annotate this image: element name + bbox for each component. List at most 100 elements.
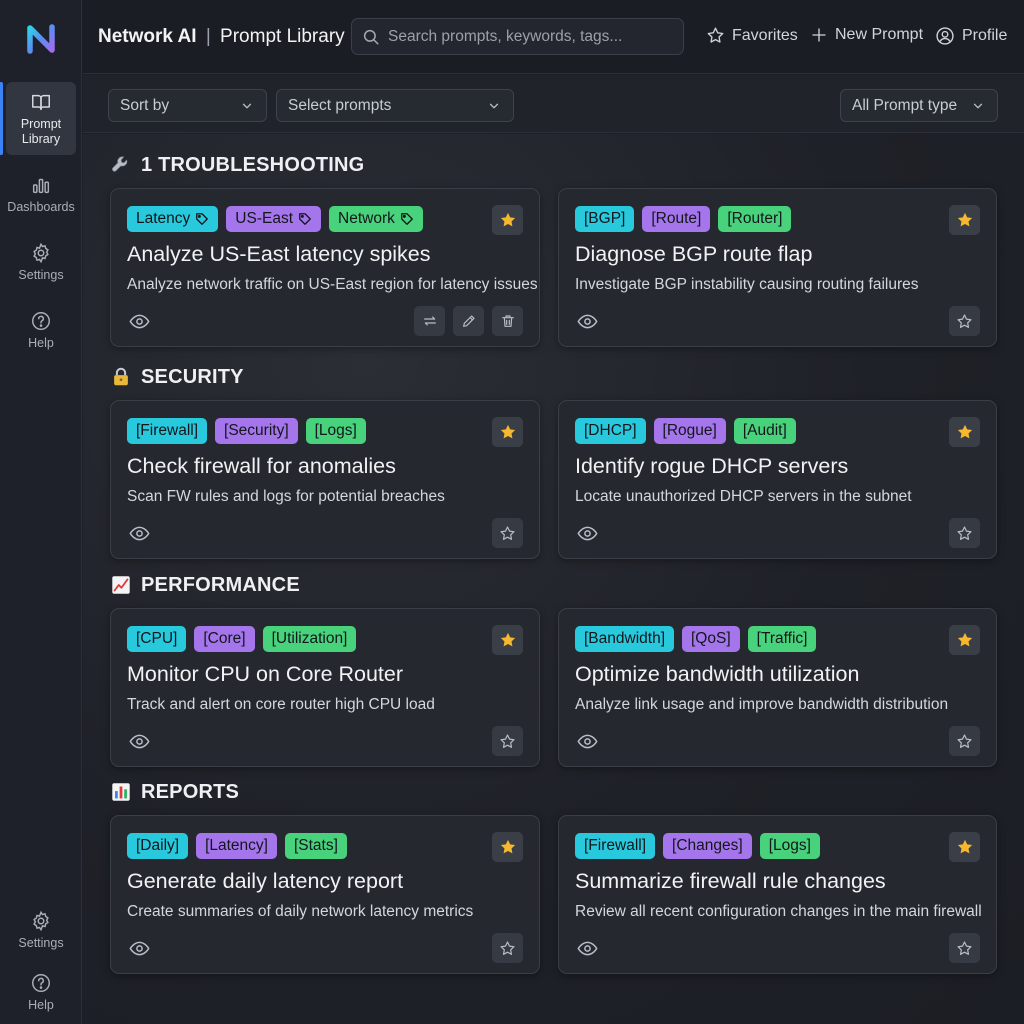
favorite-toggle-button[interactable] [492,205,523,235]
star-filled-icon [957,839,972,854]
tag-chip[interactable]: [Utilization] [262,626,357,652]
search-input[interactable] [388,27,658,46]
tag-chip[interactable]: [Logs] [759,833,820,859]
tag-label: [Logs] [314,422,357,439]
favorite-toggle-button[interactable] [949,205,980,235]
tag-chip[interactable]: [Router] [718,206,792,232]
eye-icon [129,314,150,329]
tag-chip[interactable]: [Traffic] [747,626,817,652]
tag-chip[interactable]: [Firewall] [575,833,656,859]
prompt-card[interactable]: [Firewall] [Security] [Logs] Check firewall… [110,400,540,559]
add-favorite-button[interactable] [492,726,523,756]
sidebar-bottom-settings[interactable]: Settings [6,906,76,954]
tag-chip[interactable]: Network [329,206,423,232]
tag-chip[interactable]: [BGP] [575,206,635,232]
prompt-card[interactable]: [DHCP] [Rogue] [Audit] Identify rogue DHCP … [558,400,997,559]
add-favorite-button[interactable] [949,306,980,336]
prompt-card[interactable]: [Bandwidth] [QoS] [Traffic] Optimize bandwi… [558,608,997,767]
delete-button[interactable] [492,306,523,336]
star-outline-icon [707,27,724,43]
app-brand: Network AI [98,26,197,47]
prompt-card[interactable]: [Firewall] [Changes] [Logs] Summarize firew… [558,815,997,974]
prompt-library-content: 1 TROUBLESHOOTING Latency US-East Network An… [83,134,1024,1024]
tag-chip[interactable]: US-East [226,206,322,232]
add-favorite-button[interactable] [492,933,523,963]
tag-chip[interactable]: [Firewall] [127,418,208,444]
eye-icon [129,941,150,956]
add-favorite-button[interactable] [949,933,980,963]
prompt-description: Review all recent configuration changes … [575,903,982,920]
sidebar-item-label: Prompt Library [20,116,62,146]
star-outline-icon [957,733,972,748]
sidebar-item-dashboards[interactable]: Dashboards [6,170,76,218]
tag-chip[interactable]: [Changes] [663,833,752,859]
tag-label: [Firewall] [136,422,199,439]
add-favorite-button[interactable] [949,726,980,756]
chevron-down-icon [242,103,252,108]
tag-chip[interactable]: [Logs] [305,418,366,444]
profile-label: Profile [962,27,1008,44]
sidebar-item-settings[interactable]: Settings [6,238,76,286]
tag-label: [Stats] [293,837,338,854]
page-name: Prompt Library [220,26,345,47]
prompt-title: Diagnose BGP route flap [575,242,813,266]
prompt-card[interactable]: [CPU] [Core] [Utilization] Monitor CPU on C… [110,608,540,767]
tag-chip[interactable]: [Bandwidth] [575,626,674,652]
tag-label: [CPU] [136,630,178,647]
preview-button[interactable] [577,311,598,332]
favorites-button[interactable]: Favorites [706,26,798,45]
preview-button[interactable] [577,731,598,752]
preview-button[interactable] [129,731,150,752]
tag-chip[interactable]: [Route] [642,206,711,232]
prompt-type-dropdown[interactable]: All Prompt type [840,89,998,122]
tag-label: [DHCP] [584,422,637,439]
swap-button[interactable] [414,306,445,336]
tag-chip[interactable]: [CPU] [127,626,187,652]
tag-chip[interactable]: [Rogue] [653,418,726,444]
tag-chip[interactable]: [Stats] [284,833,347,859]
gear-icon [33,910,49,931]
tag-chip[interactable]: [QoS] [682,626,740,652]
preview-button[interactable] [129,938,150,959]
favorite-toggle-button[interactable] [949,417,980,447]
help-icon [32,311,50,330]
network-ai-logo[interactable] [22,20,60,58]
add-favorite-button[interactable] [492,518,523,548]
sidebar-item-prompt-library[interactable]: Prompt Library [0,82,76,155]
tag-list: [Firewall] [Security] [Logs] [127,418,366,444]
tag-chip[interactable]: [Daily] [127,833,189,859]
tag-label: [Utilization] [271,630,348,647]
sidebar-item-help[interactable]: Help [6,306,76,354]
favorite-toggle-button[interactable] [949,625,980,655]
prompt-card[interactable]: Latency US-East Network Analyze US-East lat… [110,188,540,347]
tag-chip[interactable]: Latency [127,206,219,232]
tag-chip[interactable]: [Core] [194,626,255,652]
tag-chip[interactable]: [Security] [215,418,298,444]
favorite-toggle-button[interactable] [492,417,523,447]
tag-chip[interactable]: [Audit] [733,418,796,444]
section-title-1-troubleshooting: 1 TROUBLESHOOTING [110,152,364,178]
select-prompts-dropdown[interactable]: Select prompts [276,89,514,122]
star-outline-icon [500,733,515,748]
tag-label: [Bandwidth] [584,630,665,647]
favorite-toggle-button[interactable] [492,832,523,862]
preview-button[interactable] [577,523,598,544]
new-prompt-button[interactable]: New Prompt [810,26,923,44]
preview-button[interactable] [577,938,598,959]
sort-by-dropdown[interactable]: Sort by [108,89,267,122]
add-favorite-button[interactable] [949,518,980,548]
edit-button[interactable] [453,306,484,336]
favorite-toggle-button[interactable] [949,832,980,862]
top-header: Network AI | Prompt Library Favorites Ne… [83,0,1024,74]
prompt-card[interactable]: [BGP] [Route] [Router] Diagnose BGP route f… [558,188,997,347]
star-filled-icon [500,632,515,647]
tag-chip[interactable]: [DHCP] [575,418,646,444]
tag-chip[interactable]: [Latency] [196,833,277,859]
favorite-toggle-button[interactable] [492,625,523,655]
prompt-title: Summarize firewall rule changes [575,869,886,893]
preview-button[interactable] [129,523,150,544]
prompt-card[interactable]: [Daily] [Latency] [Stats] Generate daily la… [110,815,540,974]
preview-button[interactable] [129,311,150,332]
profile-button[interactable]: Profile [935,26,1007,46]
sidebar-bottom-help[interactable]: Help [6,968,76,1016]
